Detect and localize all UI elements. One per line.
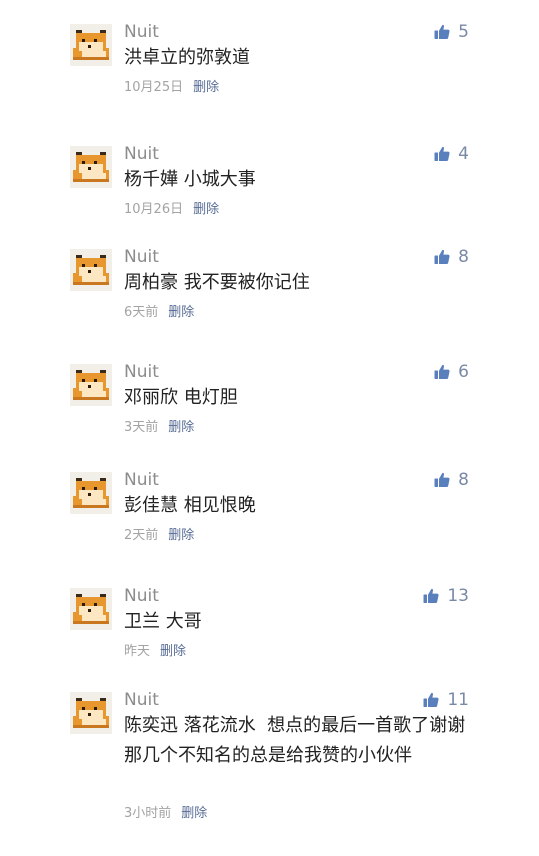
pixel-dog-avatar-icon bbox=[70, 472, 112, 514]
delete-link[interactable]: 删除 bbox=[160, 644, 186, 659]
comment-username[interactable]: Nuit bbox=[124, 246, 159, 268]
like-count: 13 bbox=[447, 586, 469, 606]
thumbs-up-icon bbox=[434, 249, 450, 264]
comment-meta: 6天前 删除 bbox=[124, 303, 194, 323]
comment-meta: 10月25日 删除 bbox=[124, 78, 219, 98]
comment-time: 10月25日 bbox=[124, 80, 184, 95]
like-count: 11 bbox=[447, 690, 469, 710]
avatar[interactable] bbox=[70, 146, 112, 188]
delete-link[interactable]: 删除 bbox=[181, 806, 207, 821]
comment-meta: 昨天 删除 bbox=[124, 642, 186, 662]
pixel-dog-avatar-icon bbox=[70, 364, 112, 406]
pixel-dog-avatar-icon bbox=[70, 249, 112, 291]
delete-link[interactable]: 删除 bbox=[193, 202, 219, 217]
like-button[interactable]: 11 bbox=[423, 689, 469, 711]
comment-time: 2天前 bbox=[124, 528, 159, 543]
avatar[interactable] bbox=[70, 472, 112, 514]
comment-meta: 3小时前 删除 bbox=[124, 804, 207, 824]
thumbs-up-icon bbox=[434, 24, 450, 39]
pixel-dog-avatar-icon bbox=[70, 146, 112, 188]
comment-text: 周柏豪 我不要被你记住 bbox=[124, 272, 310, 293]
comment-time: 6天前 bbox=[124, 305, 159, 320]
comment-text: 彭佳慧 相见恨晚 bbox=[124, 495, 256, 516]
comment-meta: 3天前 删除 bbox=[124, 418, 194, 438]
comment-time: 3天前 bbox=[124, 420, 159, 435]
like-button[interactable]: 8 bbox=[434, 469, 469, 491]
avatar[interactable] bbox=[70, 249, 112, 291]
avatar[interactable] bbox=[70, 692, 112, 734]
thumbs-up-icon bbox=[434, 146, 450, 161]
thumbs-up-icon bbox=[423, 588, 439, 603]
pixel-dog-avatar-icon bbox=[70, 24, 112, 66]
thumbs-up-icon bbox=[434, 364, 450, 379]
delete-link[interactable]: 删除 bbox=[193, 80, 219, 95]
comment-text: 卫兰 大哥 bbox=[124, 611, 202, 632]
thumbs-up-icon bbox=[423, 692, 439, 707]
delete-link[interactable]: 删除 bbox=[168, 420, 194, 435]
like-count: 8 bbox=[458, 470, 469, 490]
like-button[interactable]: 8 bbox=[434, 246, 469, 268]
comment-text: 杨千嬅 小城大事 bbox=[124, 169, 256, 190]
like-button[interactable]: 13 bbox=[423, 585, 469, 607]
comment-text: 邓丽欣 电灯胆 bbox=[124, 387, 238, 408]
thumbs-up-icon bbox=[434, 472, 450, 487]
like-button[interactable]: 6 bbox=[434, 361, 469, 383]
pixel-dog-avatar-icon bbox=[70, 588, 112, 630]
comment-username[interactable]: Nuit bbox=[124, 585, 159, 607]
avatar[interactable] bbox=[70, 588, 112, 630]
comment-username[interactable]: Nuit bbox=[124, 21, 159, 43]
avatar[interactable] bbox=[70, 364, 112, 406]
like-count: 4 bbox=[458, 144, 469, 164]
like-count: 6 bbox=[458, 362, 469, 382]
comment-text: 陈奕迅 落花流水 想点的最后一首歌了谢谢那几个不知名的总是给我赞的小伙伴 bbox=[124, 715, 466, 766]
comment-meta: 10月26日 删除 bbox=[124, 200, 219, 220]
like-count: 8 bbox=[458, 247, 469, 267]
comment-username[interactable]: Nuit bbox=[124, 361, 159, 383]
comment-time: 10月26日 bbox=[124, 202, 184, 217]
comment-time: 昨天 bbox=[124, 644, 151, 659]
comment-time: 3小时前 bbox=[124, 806, 172, 821]
comment-username[interactable]: Nuit bbox=[124, 143, 159, 165]
pixel-dog-avatar-icon bbox=[70, 692, 112, 734]
comment-meta: 2天前 删除 bbox=[124, 526, 194, 546]
like-button[interactable]: 5 bbox=[434, 21, 469, 43]
avatar[interactable] bbox=[70, 24, 112, 66]
comment-text: 洪卓立的弥敦道 bbox=[124, 47, 250, 68]
like-count: 5 bbox=[458, 22, 469, 42]
delete-link[interactable]: 删除 bbox=[168, 528, 194, 543]
like-button[interactable]: 4 bbox=[434, 143, 469, 165]
comment-username[interactable]: Nuit bbox=[124, 469, 159, 491]
delete-link[interactable]: 删除 bbox=[168, 305, 194, 320]
comment-username[interactable]: Nuit bbox=[124, 689, 159, 711]
